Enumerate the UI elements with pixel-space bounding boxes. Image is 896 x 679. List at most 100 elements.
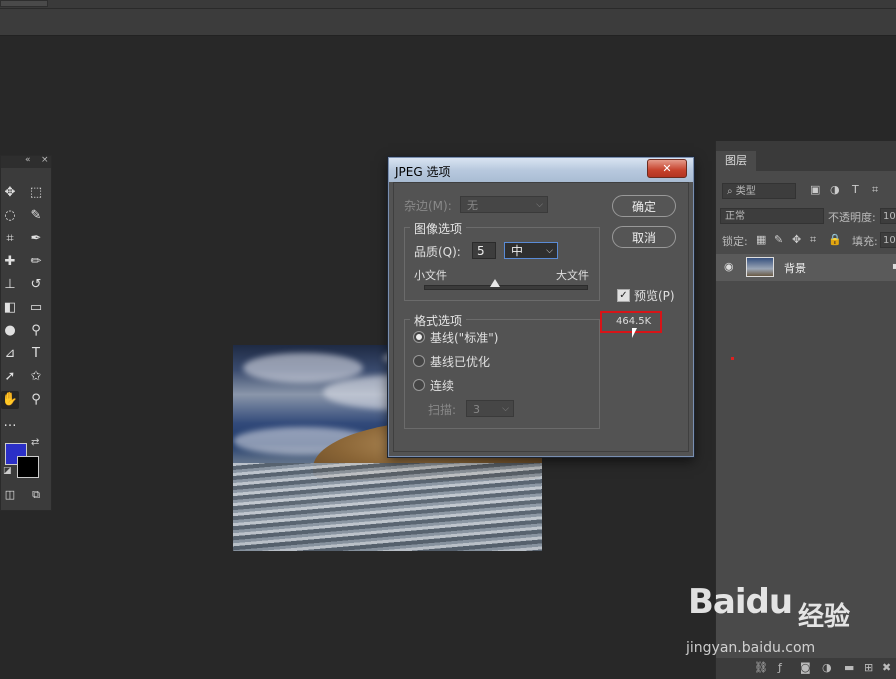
lock-label: 锁定: xyxy=(722,235,748,248)
toolbox: « × ✥ ⬚ ◌ ✎ ⌗ ✒ ✚ ✏ ⊥ ↺ ◧ ▭ ● ⚲ ⊿ T ➚ ✩ … xyxy=(0,155,52,511)
format-options-title: 格式选项 xyxy=(410,312,467,329)
shape-tool-icon[interactable]: ✩ xyxy=(27,368,45,386)
lock-artboard-icon[interactable]: ⌗ xyxy=(810,233,816,247)
opacity-input[interactable]: 100 xyxy=(880,208,896,224)
layer-name: 背景 xyxy=(784,262,806,275)
tab-layers[interactable]: 图层 xyxy=(716,151,756,171)
blend-mode-select[interactable]: 正常 xyxy=(720,208,824,224)
pen-tool-icon[interactable]: ⊿ xyxy=(1,345,19,363)
preview-checkbox[interactable]: ✓ xyxy=(617,289,630,302)
lock-pixels-icon[interactable]: ▦ xyxy=(756,233,766,246)
kind-filter-select[interactable]: ⌕ 类型 xyxy=(722,183,796,199)
preview-label[interactable]: 预览(P) xyxy=(634,287,675,304)
quality-level-select[interactable]: 中 ⌵ xyxy=(504,242,558,259)
baseline-optimized-label[interactable]: 基线已优化 xyxy=(430,353,490,370)
shape-filter-icon[interactable]: ⌗ xyxy=(872,183,878,197)
canvas-mark xyxy=(731,357,734,360)
chevron-down-icon: ⌵ xyxy=(536,200,543,210)
eraser-tool-icon[interactable]: ◧ xyxy=(1,299,19,317)
menu-stub[interactable] xyxy=(0,0,48,7)
gradient-tool-icon[interactable]: ▭ xyxy=(27,299,45,317)
menu-bar xyxy=(0,0,896,9)
fill-label: 填充: xyxy=(852,235,878,248)
lock-paint-icon[interactable]: ✎ xyxy=(774,233,783,246)
quality-slider-thumb[interactable] xyxy=(489,279,500,287)
jpeg-options-dialog: JPEG 选项 ✕ 杂边(M): 无 ⌵ 图像选项 品质(Q): 5 中 ⌵ 小… xyxy=(388,157,694,457)
dodge-tool-icon[interactable]: ⚲ xyxy=(27,322,45,340)
watermark-url: jingyan.baidu.com xyxy=(686,640,816,656)
scans-label: 扫描: xyxy=(428,403,457,417)
history-brush-tool-icon[interactable]: ↺ xyxy=(27,276,45,294)
clone-stamp-tool-icon[interactable]: ⊥ xyxy=(1,276,19,294)
adjustment-filter-icon[interactable]: ◑ xyxy=(830,183,840,196)
options-bar xyxy=(0,9,896,36)
close-button[interactable]: ✕ xyxy=(647,159,687,178)
large-file-label: 大文件 xyxy=(556,269,589,282)
hand-tool-icon[interactable]: ✋ xyxy=(1,391,19,409)
lock-all-icon[interactable]: 🔒 xyxy=(828,233,842,246)
scans-select[interactable]: 3 ⌵ xyxy=(466,400,514,417)
progressive-label[interactable]: 连续 xyxy=(430,377,454,394)
lasso-tool-icon[interactable]: ◌ xyxy=(1,207,19,225)
baseline-standard-radio[interactable] xyxy=(413,331,425,343)
cancel-button[interactable]: 取消 xyxy=(612,226,676,248)
background-color-swatch[interactable] xyxy=(17,456,39,478)
crop-tool-icon[interactable]: ⌗ xyxy=(1,230,19,248)
brush-tool-icon[interactable]: ✏ xyxy=(27,253,45,271)
opacity-label: 不透明度: xyxy=(828,211,876,224)
quality-slider-track[interactable] xyxy=(424,285,588,290)
file-size-value: 464.5K xyxy=(616,316,652,327)
layer-lock-icon: ▪ xyxy=(892,261,896,272)
image-filter-icon[interactable]: ▣ xyxy=(810,183,820,196)
baseline-standard-label[interactable]: 基线("标准") xyxy=(430,329,498,346)
path-select-tool-icon[interactable]: ➚ xyxy=(1,368,19,386)
quick-mask-icon[interactable]: ◫ xyxy=(1,486,19,504)
marquee-tool-icon[interactable]: ⬚ xyxy=(27,184,45,202)
close-panel-icon[interactable]: × xyxy=(41,155,49,165)
chevron-down-icon: ⌵ xyxy=(546,246,553,256)
file-size-highlight: 464.5K xyxy=(600,311,662,333)
quality-label: 品质(Q): xyxy=(414,245,461,259)
layer-row[interactable]: ◉ 背景 ▪ xyxy=(716,254,896,281)
chevron-down-icon: ⌵ xyxy=(502,404,509,414)
ok-button[interactable]: 确定 xyxy=(612,195,676,217)
eye-icon[interactable]: ◉ xyxy=(724,260,734,273)
collapse-icon[interactable]: « xyxy=(25,155,31,165)
more-tools-icon[interactable]: … xyxy=(1,414,19,432)
kind-filter-value: 类型 xyxy=(735,186,756,197)
zoom-tool-icon[interactable]: ⚲ xyxy=(27,391,45,409)
blur-tool-icon[interactable]: ● xyxy=(1,322,19,340)
lock-position-icon[interactable]: ✥ xyxy=(792,233,801,246)
fill-input[interactable]: 100 xyxy=(880,232,896,248)
dialog-body: 杂边(M): 无 ⌵ 图像选项 品质(Q): 5 中 ⌵ 小文件 大文件 格式选… xyxy=(393,182,689,452)
watermark: Baidu 经验 jingyan.baidu.com xyxy=(680,582,896,679)
quality-level-value: 中 xyxy=(511,244,524,258)
blend-mode-value: 正常 xyxy=(725,211,745,222)
screen-mode-icon[interactable]: ⧉ xyxy=(27,486,45,504)
mouse-cursor-icon xyxy=(632,328,637,338)
scans-value: 3 xyxy=(473,403,480,416)
layer-thumbnail xyxy=(746,257,774,277)
healing-brush-tool-icon[interactable]: ✚ xyxy=(1,253,19,271)
dialog-title-bar[interactable]: JPEG 选项 ✕ xyxy=(389,158,693,182)
type-tool-icon[interactable]: T xyxy=(27,345,45,363)
swap-colors-icon[interactable]: ⇄ xyxy=(31,437,39,448)
watermark-brand: Baidu xyxy=(688,582,793,622)
type-filter-icon[interactable]: T xyxy=(852,183,859,196)
eyedropper-tool-icon[interactable]: ✒ xyxy=(27,230,45,248)
baseline-optimized-radio[interactable] xyxy=(413,355,425,367)
matte-value: 无 xyxy=(467,199,478,212)
quality-input[interactable]: 5 xyxy=(472,242,496,259)
move-tool-icon[interactable]: ✥ xyxy=(1,184,19,202)
watermark-brand-cn: 经验 xyxy=(798,602,851,632)
progressive-radio[interactable] xyxy=(413,379,425,391)
layers-tab-bar: 图层 xyxy=(716,141,896,171)
matte-label: 杂边(M): xyxy=(404,199,452,213)
default-colors-icon[interactable]: ◪ xyxy=(3,466,12,476)
matte-select[interactable]: 无 ⌵ xyxy=(460,196,548,213)
toolbox-header[interactable]: « × xyxy=(1,155,51,168)
small-file-label: 小文件 xyxy=(414,269,447,282)
quick-select-tool-icon[interactable]: ✎ xyxy=(27,207,45,225)
image-options-title: 图像选项 xyxy=(410,220,467,237)
dialog-title: JPEG 选项 xyxy=(395,165,451,179)
